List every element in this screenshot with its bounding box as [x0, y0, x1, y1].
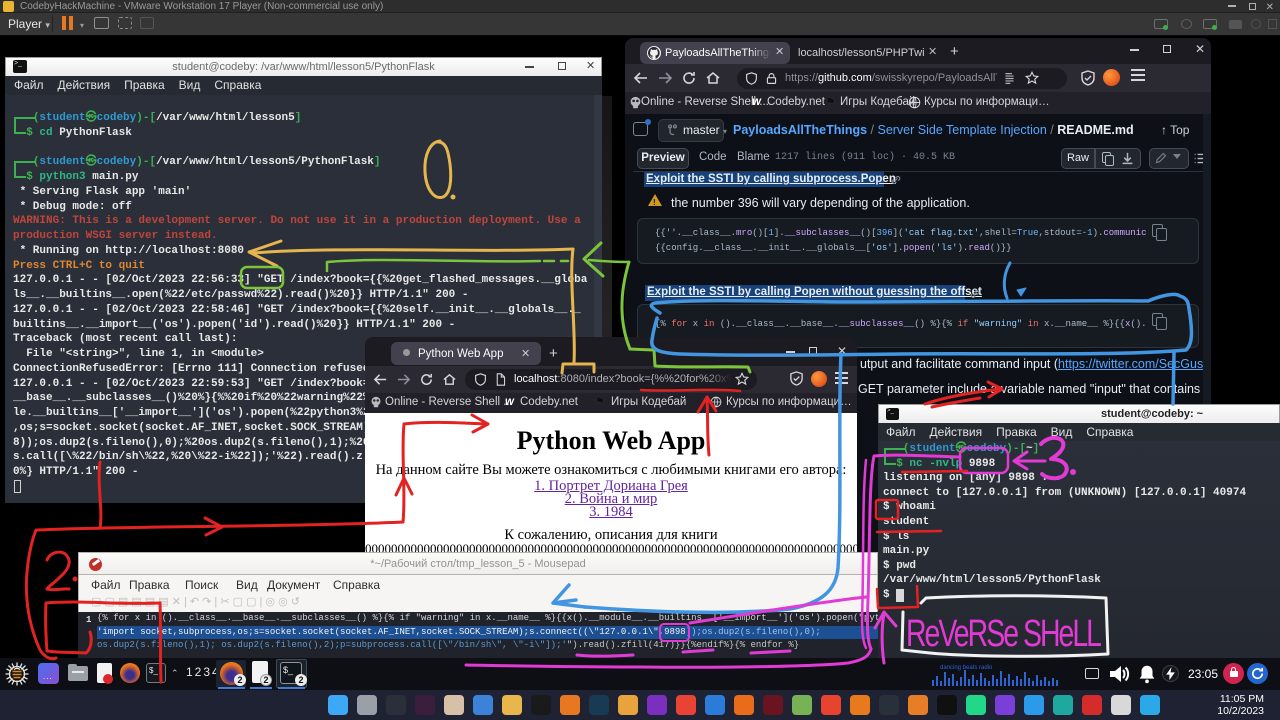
svg-text:ReVeRSe SHeLL: ReVeRSe SHeLL [906, 613, 1101, 655]
